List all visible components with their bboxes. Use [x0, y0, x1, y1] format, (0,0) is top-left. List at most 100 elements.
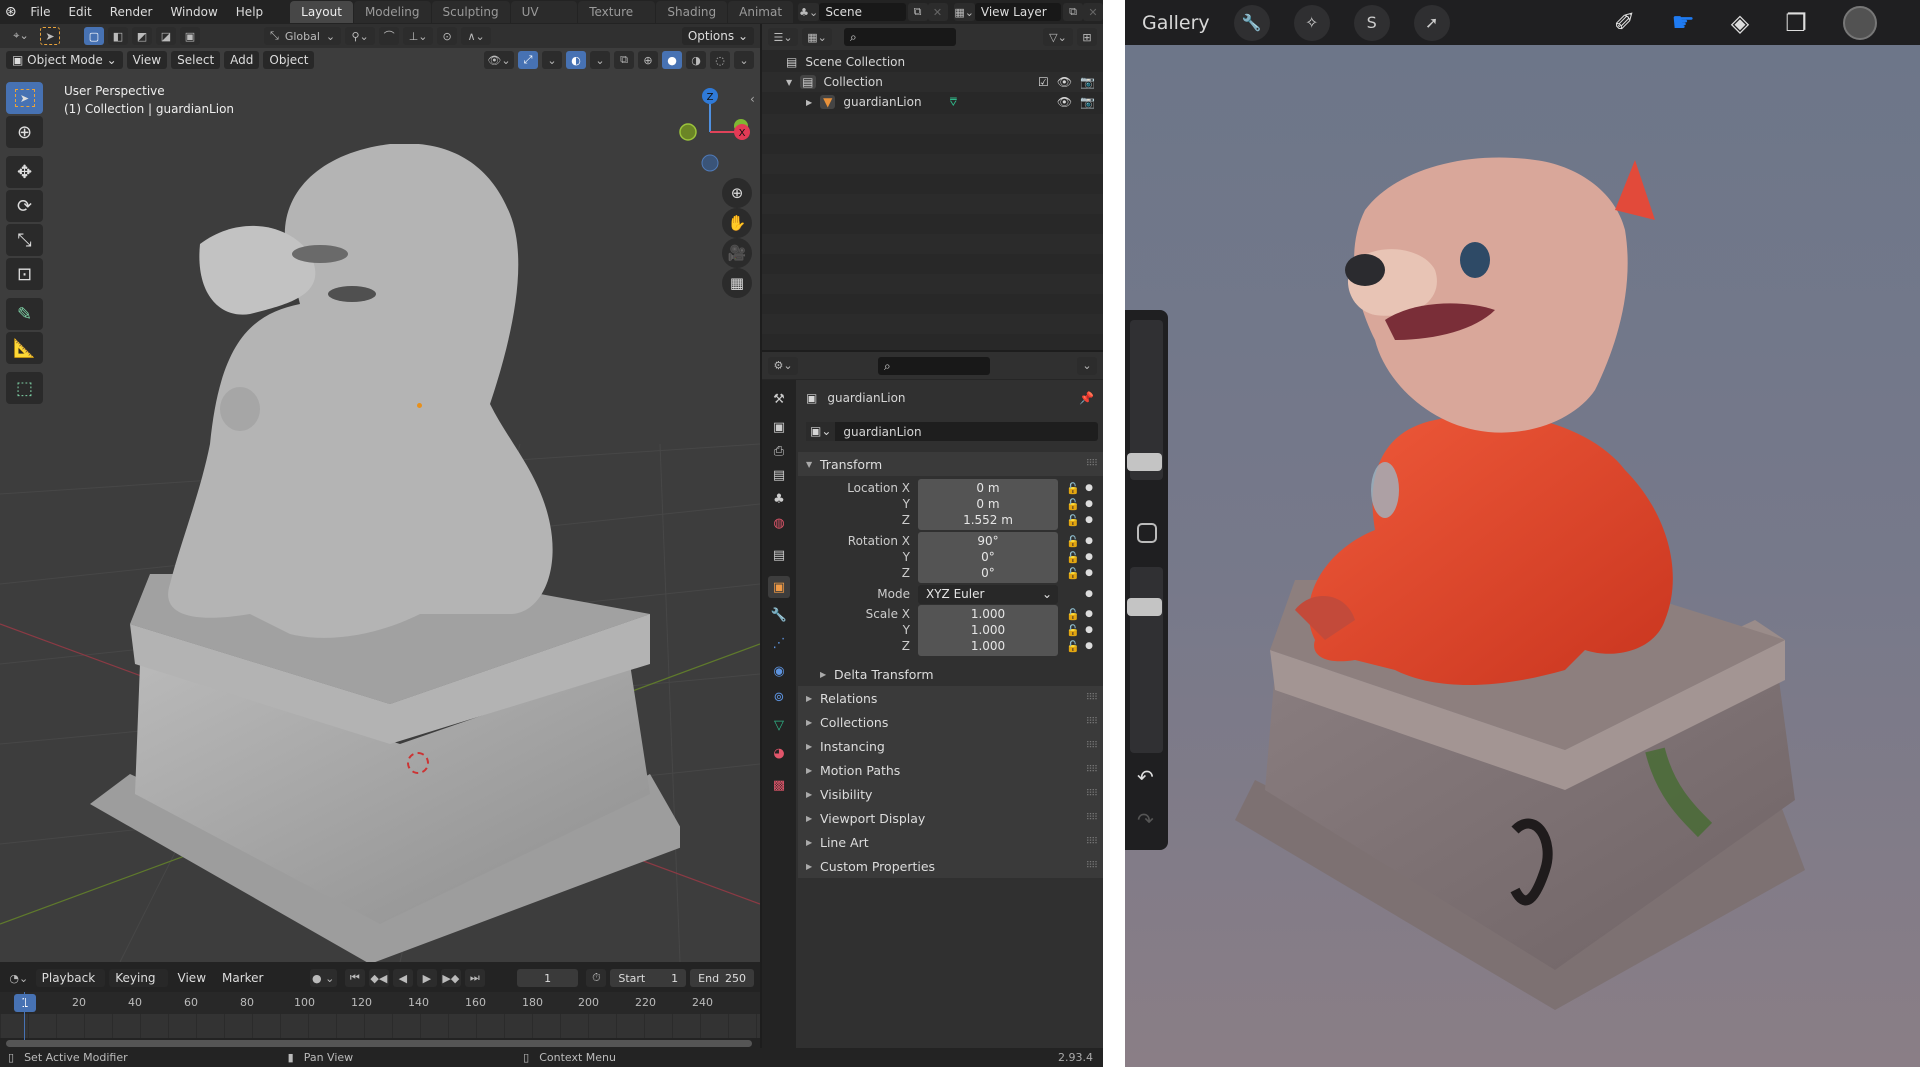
render-camera-icon[interactable]: 📷	[1080, 75, 1095, 89]
new-collection-icon[interactable]: ⊞	[1077, 28, 1097, 46]
lock-icon[interactable]: 🔓	[1064, 640, 1082, 653]
drag-grip-icon[interactable]: ⠿⠿	[1086, 765, 1098, 775]
keying-menu[interactable]: Keying ⌄	[109, 969, 168, 1003]
visibility-icon[interactable]: 👁⌄	[484, 51, 514, 69]
overlay-toggle-icon[interactable]: ◐	[566, 51, 586, 69]
pivot-point-icon[interactable]: ⚲⌄	[345, 27, 376, 45]
modify-button-square-icon[interactable]	[1137, 523, 1157, 543]
rendered-shading-icon[interactable]: ◌	[710, 51, 730, 69]
color-swatch-icon[interactable]	[1842, 5, 1877, 40]
relations-panel[interactable]: ▶ Relations ⠿⠿	[798, 686, 1103, 710]
tab-texture-paint[interactable]: Texture Paint	[578, 1, 656, 41]
guardian-lion-model[interactable]	[90, 144, 680, 962]
keyframe-dot-icon[interactable]: ●	[1082, 589, 1096, 599]
line-art-panel[interactable]: ▶ Line Art ⠿⠿	[798, 830, 1103, 854]
object-tab-icon[interactable]: ▣	[768, 576, 790, 598]
material-tab-icon[interactable]: ◕	[768, 742, 790, 764]
menu-view[interactable]: View	[126, 51, 168, 69]
drag-grip-icon[interactable]: ⠿⠿	[1086, 459, 1098, 469]
tab-shading[interactable]: Shading	[656, 1, 728, 23]
select-extend-icon[interactable]: ◧	[108, 27, 128, 45]
menu-add[interactable]: Add	[224, 51, 260, 69]
brush-icon[interactable]: ✐	[1614, 8, 1636, 38]
brush-opacity-slider[interactable]	[1130, 567, 1163, 753]
rotation-z-field[interactable]: 0°	[918, 563, 1058, 583]
playback-menu[interactable]: Playback ⌄	[35, 969, 106, 1003]
rotation-mode-dropdown[interactable]: XYZ Euler ⌄	[918, 584, 1058, 604]
filter-icon[interactable]: ▽⌄	[1043, 28, 1073, 46]
outliner-row-collection[interactable]: ▼ ▤ Collection ☑ 👁 📷	[762, 72, 1103, 92]
select-box-tool[interactable]: ➤	[6, 82, 43, 114]
adjustments-magic-wand-icon[interactable]: ✧	[1293, 4, 1330, 41]
menu-edit[interactable]: Edit	[59, 0, 100, 24]
3d-viewport[interactable]: ⌖⌄ ➤ ▢ ◧ ◩ ◪ ▣ ⤡ Global ⌄ ⚲⌄ ⌒ ⊥⌄ ⊙ ∧⌄ Opt…	[0, 24, 760, 962]
timeline-ruler[interactable]: 1 20 40 60 80 100 120 140 160 180 200 22…	[0, 992, 760, 1014]
transform-tool[interactable]: ⊡	[6, 258, 43, 290]
mesh-data-tab-icon[interactable]: ▽	[768, 714, 790, 736]
scale-tool[interactable]: ⤡	[6, 224, 43, 256]
render-tab-icon[interactable]: ▣	[768, 416, 790, 438]
current-frame-field[interactable]: 1	[516, 969, 579, 987]
lock-icon[interactable]: 🔓	[1064, 514, 1082, 527]
location-z-field[interactable]: 1.552 m	[918, 510, 1058, 530]
select-new-icon[interactable]: ▢	[84, 27, 104, 45]
redo-icon[interactable]: ↷	[1137, 808, 1154, 832]
next-keyframe-icon[interactable]: ▶◆	[440, 969, 461, 987]
drag-grip-icon[interactable]: ⠿⠿	[1086, 837, 1098, 847]
auto-keying-icon[interactable]: ● ⌄	[309, 969, 337, 987]
tab-uv-editing[interactable]: UV Editing	[510, 1, 578, 41]
drag-grip-icon[interactable]: ⠿⠿	[1086, 741, 1098, 751]
lock-icon[interactable]: 🔓	[1064, 567, 1082, 580]
tab-sculpting[interactable]: Sculpting	[431, 1, 510, 23]
camera-view-button[interactable]: 🎥	[722, 238, 752, 268]
select-subtract-icon[interactable]: ◩	[132, 27, 152, 45]
object-name-field[interactable]: ▣⌄ guardianLion	[806, 422, 1098, 441]
drag-grip-icon[interactable]: ⠿⠿	[1086, 717, 1098, 727]
properties-search-input[interactable]: ⌕	[878, 356, 990, 375]
drag-grip-icon[interactable]: ⠿⠿	[1086, 789, 1098, 799]
cursor-tool[interactable]: ⊕	[6, 116, 43, 148]
visibility-panel[interactable]: ▶ Visibility ⠿⠿	[798, 782, 1103, 806]
smudge-icon[interactable]: ☛	[1671, 8, 1694, 38]
object-type-dropdown-icon[interactable]: ▣⌄	[806, 422, 836, 441]
timeline-editor-type-icon[interactable]: ◔⌄	[6, 969, 32, 987]
constraints-tab-icon[interactable]: ⊚	[768, 686, 790, 708]
expand-triangle-icon[interactable]: ▼	[786, 78, 792, 87]
overlay-dropdown-icon[interactable]: ⌄	[590, 51, 610, 69]
timeline-track-area[interactable]	[0, 1014, 760, 1038]
tab-animation[interactable]: Animat	[728, 1, 794, 23]
proportional-edit-icon[interactable]: ⊙	[437, 27, 458, 45]
gallery-button[interactable]: Gallery	[1142, 12, 1210, 34]
viewport-display-panel[interactable]: ▶ Viewport Display ⠿⠿	[798, 806, 1103, 830]
gizmo-toggle-icon[interactable]: ⤢	[518, 51, 538, 69]
world-tab-icon[interactable]: ◍	[768, 512, 790, 534]
menu-select[interactable]: Select	[171, 51, 221, 69]
expand-triangle-icon[interactable]: ▶	[806, 98, 812, 107]
jump-end-icon[interactable]: ⏭	[464, 969, 485, 987]
outliner-editor-type-icon[interactable]: ☰⌄	[768, 28, 798, 46]
outliner-search-input[interactable]: ⌕	[844, 28, 956, 46]
transform-panel-header[interactable]: ▼ Transform ⠿⠿	[798, 452, 1103, 476]
eye-icon[interactable]: 👁	[1057, 95, 1072, 109]
delta-transform-subpanel[interactable]: ▶ Delta Transform	[798, 662, 1103, 686]
view-layer-tab-icon[interactable]: ▤	[768, 464, 790, 486]
custom-properties-panel[interactable]: ▶ Custom Properties ⠿⠿	[798, 854, 1103, 878]
drag-grip-icon[interactable]: ⠿⠿	[1086, 861, 1098, 871]
keyframe-dot-icon[interactable]: ●	[1082, 568, 1096, 578]
tab-layout[interactable]: Layout	[290, 1, 353, 23]
shading-dropdown-icon[interactable]: ⌄	[734, 51, 754, 69]
scene-name-field[interactable]: Scene	[819, 3, 906, 21]
modifier-tab-icon[interactable]: 🔧	[768, 604, 790, 626]
scene-tab-icon[interactable]: ♣	[768, 488, 790, 510]
falloff-icon[interactable]: ∧⌄	[461, 27, 492, 45]
view-layer-selector-icon[interactable]: ▦⌄	[953, 3, 975, 21]
drag-grip-icon[interactable]: ⠿⠿	[1086, 813, 1098, 823]
new-view-layer-icon[interactable]: ⧉	[1063, 3, 1083, 21]
outliner-row-guardianlion[interactable]: ▶ ▼ guardianLion ⩢ 👁 📷	[762, 92, 1103, 112]
snap-target-icon[interactable]: ⊥⌄	[403, 27, 434, 45]
pan-view-button[interactable]: ✋	[722, 208, 752, 238]
select-mode-icon[interactable]: ➤	[40, 27, 60, 45]
painted-lion-canvas[interactable]	[1235, 150, 1875, 1030]
material-shading-icon[interactable]: ◑	[686, 51, 706, 69]
collection-tab-icon[interactable]: ▤	[768, 544, 790, 566]
